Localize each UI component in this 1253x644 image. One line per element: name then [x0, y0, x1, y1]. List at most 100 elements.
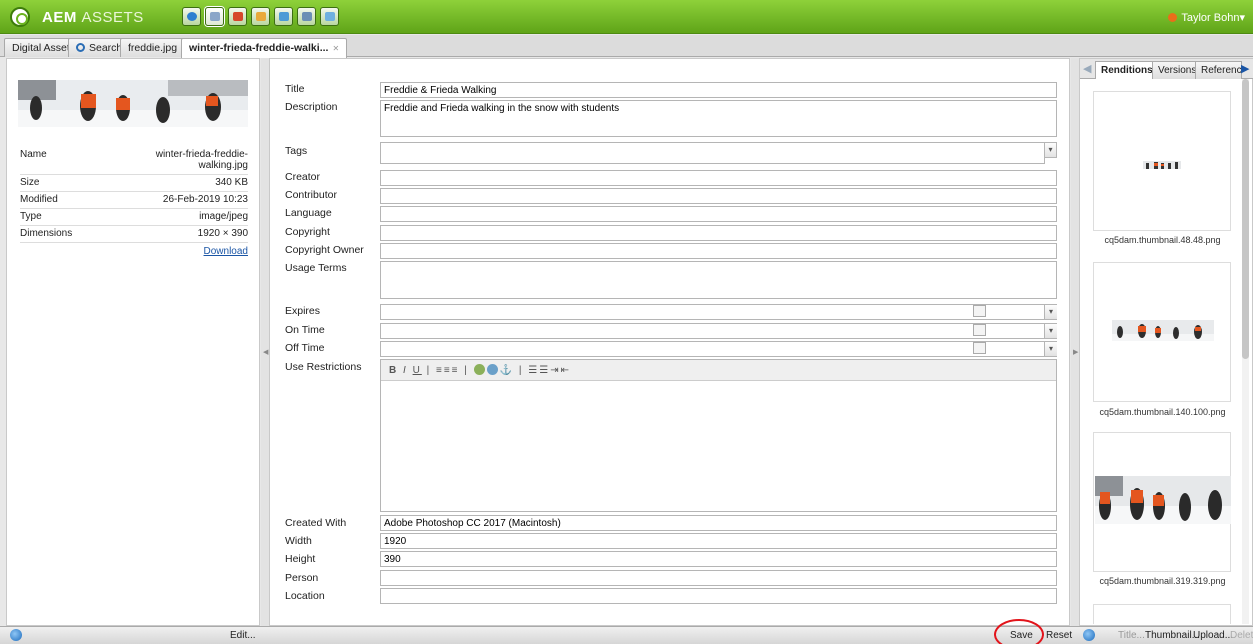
table-row: Type image/jpeg [20, 208, 248, 226]
metadata-form: Title Description Freddie and Frieda wal… [269, 58, 1070, 626]
unlink-icon[interactable] [486, 364, 498, 375]
photo-icon[interactable] [274, 7, 293, 26]
globe-icon[interactable] [182, 7, 201, 26]
copyright-field[interactable] [380, 225, 1057, 241]
edit-button[interactable]: Edit... [230, 630, 256, 641]
rendition-thumbnail[interactable] [1093, 91, 1231, 231]
underline-icon[interactable]: U [413, 365, 422, 376]
anchor-icon[interactable]: ⚓ [500, 365, 514, 376]
bold-icon[interactable]: B [389, 365, 398, 376]
tab-winter-frieda[interactable]: winter-frieda-freddie-walki... ✕ [181, 38, 348, 58]
tab-label: Search [89, 42, 123, 54]
delete-button[interactable]: Delete [1230, 630, 1253, 641]
language-field[interactable] [380, 206, 1057, 222]
location-label: Location [285, 590, 325, 602]
scrollbar-thumb[interactable] [1242, 79, 1249, 359]
off-time-field[interactable] [380, 341, 1057, 357]
chevron-down-icon[interactable]: ▾ [1044, 142, 1057, 158]
title-label: Title [285, 83, 305, 95]
expires-field[interactable] [380, 304, 1057, 320]
aem-logo-icon[interactable] [10, 7, 30, 27]
rendition-thumbnail[interactable] [1093, 262, 1231, 402]
copyright-owner-field[interactable] [380, 243, 1057, 259]
tag-icon[interactable] [320, 7, 339, 26]
off-time-label: Off Time [285, 342, 325, 354]
usage-terms-field[interactable] [380, 261, 1057, 299]
description-field[interactable]: Freddie and Frieda walking in the snow w… [380, 100, 1057, 137]
use-restrictions-editor[interactable]: B I U | ≡≡≡ | ⚓ | ☰☰⇥⇤ [380, 359, 1057, 512]
calendar-icon[interactable] [973, 324, 986, 336]
description-label: Description [285, 101, 338, 113]
calendar-icon[interactable] [973, 342, 986, 354]
property-value: winter-frieda-freddie-walking.jpg [138, 147, 248, 175]
refresh-icon[interactable] [1083, 629, 1095, 641]
right-splitter[interactable]: ▶ [1071, 58, 1079, 626]
refresh-icon[interactable] [10, 629, 22, 641]
on-time-label: On Time [285, 324, 325, 336]
creator-label: Creator [285, 171, 321, 183]
tab-references[interactable]: References [1195, 61, 1242, 79]
copyright-owner-label: Copyright Owner [285, 244, 364, 256]
outdent-icon[interactable]: ⇤ [561, 365, 571, 376]
property-key: Size [20, 174, 138, 192]
bottom-bar: Edit... Save Reset Title... Thumbnail...… [0, 626, 1253, 644]
calendar-icon[interactable] [973, 305, 986, 317]
tab-renditions[interactable]: Renditions [1095, 61, 1159, 79]
thumbnail-button[interactable]: Thumbnail... [1145, 630, 1200, 641]
rendition-image [1112, 320, 1214, 341]
user-menu[interactable]: Taylor Bohn▾ [1168, 11, 1245, 24]
rendition-name: cq5dam.thumbnail.48.48.png [1104, 235, 1221, 245]
rendition-thumbnail[interactable] [1093, 432, 1231, 572]
chevron-down-icon[interactable]: ▾ [1044, 305, 1057, 319]
align-center-icon[interactable]: ≡ [444, 365, 452, 376]
height-field[interactable] [380, 551, 1057, 567]
tab-label: Renditions [1101, 65, 1153, 76]
property-value: image/jpeg [138, 208, 248, 226]
scroll-left-icon[interactable]: ◀ [1083, 62, 1091, 75]
left-splitter[interactable]: ◀ [261, 58, 269, 626]
close-icon[interactable]: ✕ [332, 44, 339, 53]
collapse-right-icon[interactable]: ▶ [1073, 348, 1078, 356]
rendition-name: cq5dam.thumbnail.140.100.png [1099, 407, 1226, 417]
table-row: Size 340 KB [20, 174, 248, 192]
reset-button[interactable]: Reset [1046, 630, 1072, 641]
asset-properties-table: Name winter-frieda-freddie-walking.jpg Si… [20, 147, 248, 260]
chevron-down-icon[interactable]: ▾ [1044, 342, 1057, 356]
mail-icon[interactable] [251, 7, 270, 26]
align-left-icon[interactable]: ≡ [436, 365, 444, 376]
app-title-thin: ASSETS [81, 9, 144, 26]
creator-field[interactable] [380, 170, 1057, 186]
rendition-thumbnail[interactable] [1093, 604, 1231, 624]
title-field[interactable] [380, 82, 1057, 98]
on-time-field[interactable] [380, 323, 1057, 339]
align-right-icon[interactable]: ≡ [452, 365, 460, 376]
check-icon[interactable] [297, 7, 316, 26]
download-link[interactable]: Download [138, 243, 248, 261]
user-name: Taylor Bohn▾ [1181, 12, 1245, 24]
person-field[interactable] [380, 570, 1057, 586]
image-icon[interactable] [205, 7, 224, 26]
italic-icon[interactable]: I [403, 365, 408, 376]
collapse-left-icon[interactable]: ◀ [263, 348, 268, 356]
asset-thumbnail [18, 80, 248, 127]
bullet-list-icon[interactable]: ☰ [528, 365, 539, 376]
upload-button[interactable]: Upload... [1193, 630, 1233, 641]
flag-icon[interactable] [228, 7, 247, 26]
contributor-field[interactable] [380, 188, 1057, 204]
created-with-field[interactable] [380, 515, 1057, 531]
width-field[interactable] [380, 533, 1057, 549]
renditions-scrollbar[interactable] [1242, 79, 1249, 624]
tags-field[interactable] [380, 142, 1045, 164]
scroll-right-icon[interactable]: ▶ [1241, 62, 1249, 75]
location-field[interactable] [380, 588, 1057, 604]
rich-text-toolbar: B I U | ≡≡≡ | ⚓ | ☰☰⇥⇤ [381, 360, 1056, 381]
indent-icon[interactable]: ⇥ [550, 365, 560, 376]
link-icon[interactable] [473, 364, 485, 375]
title-button[interactable]: Title... [1118, 630, 1145, 641]
rendition-name: cq5dam.thumbnail.319.319.png [1099, 576, 1226, 586]
numbered-list-icon[interactable]: ☰ [539, 365, 550, 376]
person-label: Person [285, 572, 319, 584]
chevron-down-icon[interactable]: ▾ [1044, 324, 1057, 338]
app-title-bold: AEM [42, 9, 77, 26]
copyright-label: Copyright [285, 226, 330, 238]
